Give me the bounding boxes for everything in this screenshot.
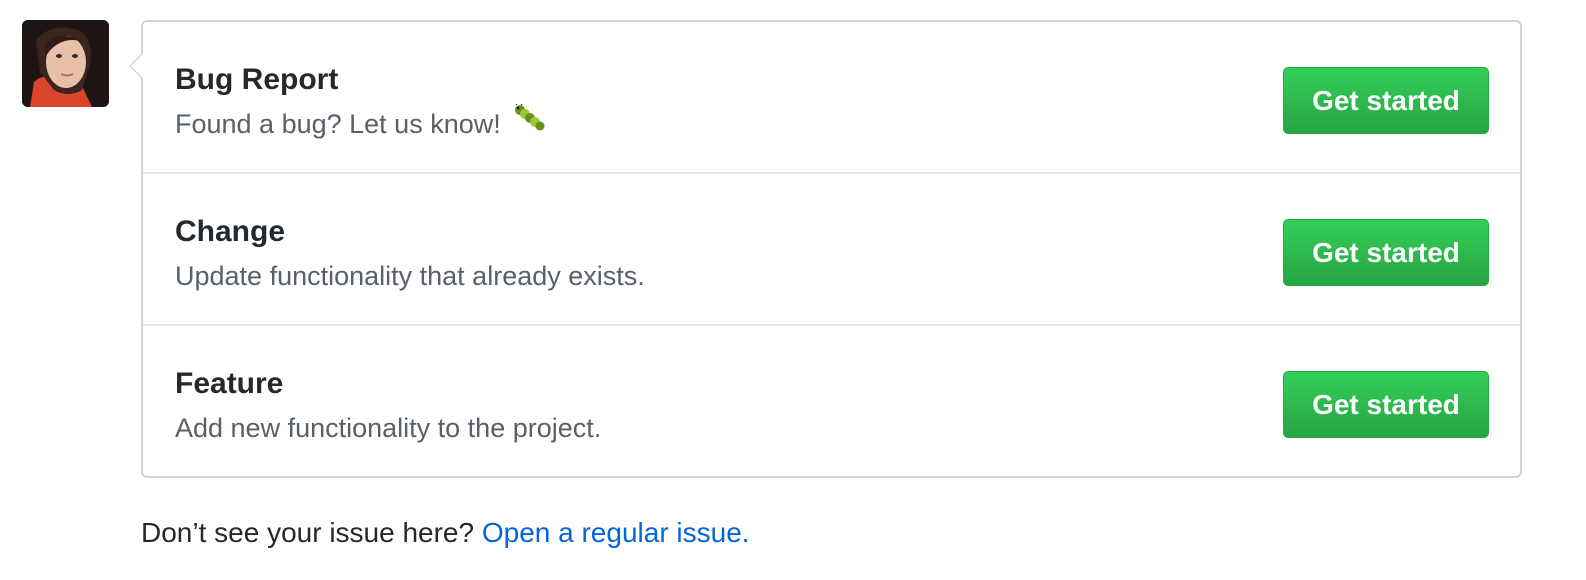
get-started-button[interactable]: Get started <box>1283 371 1489 438</box>
template-title: Change <box>175 215 286 248</box>
template-description: Add new functionality to the project. <box>175 413 602 443</box>
template-title: Bug Report <box>175 63 339 96</box>
template-row-feature: Feature Add new functionality to the pro… <box>143 326 1520 478</box>
footer-note: Don’t see your issue here? Open a regula… <box>141 515 750 551</box>
issue-template-list: Bug Report Found a bug? Let us know! Get… <box>129 20 1522 478</box>
template-description-text: Found a bug? Let us know! <box>175 109 501 139</box>
template-title: Feature <box>175 367 284 400</box>
template-row-bug-report: Bug Report Found a bug? Let us know! Get… <box>143 22 1520 174</box>
template-row-change: Change Update functionality that already… <box>143 174 1520 326</box>
get-started-button[interactable]: Get started <box>1283 219 1489 286</box>
avatar[interactable] <box>22 20 109 107</box>
open-regular-issue-link[interactable]: Open a regular issue. <box>482 517 750 548</box>
template-description: Update functionality that already exists… <box>175 261 645 291</box>
get-started-button[interactable]: Get started <box>1283 67 1489 134</box>
footer-prompt: Don’t see your issue here? <box>141 517 475 548</box>
caterpillar-bug-icon <box>514 103 546 139</box>
box-pointer <box>129 52 143 80</box>
avatar-image <box>22 20 109 107</box>
template-description: Found a bug? Let us know! <box>175 103 546 140</box>
